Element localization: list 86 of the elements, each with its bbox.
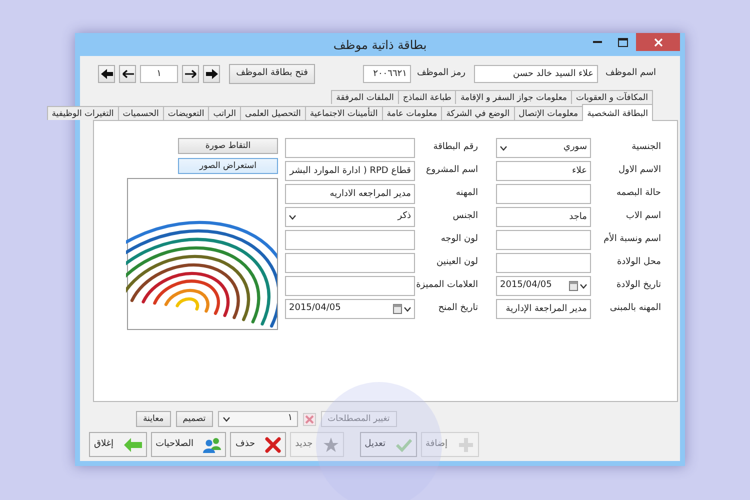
- minimize-icon: [592, 41, 602, 43]
- field-label: لون العينين: [436, 256, 478, 270]
- text-field[interactable]: [285, 276, 415, 296]
- previous-record-button[interactable]: [119, 64, 136, 83]
- check-icon: [396, 438, 412, 452]
- caret-icon: [404, 306, 411, 312]
- field-label: اسم المشروع: [424, 164, 478, 178]
- heavy-arrow-right-icon: [206, 68, 218, 79]
- field-label: محل الولادة: [616, 256, 661, 270]
- open-card-button[interactable]: فتح بطاقة الموظف: [229, 64, 315, 84]
- text-field[interactable]: ماجد: [496, 207, 591, 228]
- tab[interactable]: الحسميات: [118, 106, 164, 120]
- text-field[interactable]: [285, 230, 415, 250]
- plus-icon: [458, 436, 474, 452]
- action-button[interactable]: تعديل: [360, 432, 417, 457]
- tab[interactable]: طباعة النماذج: [398, 90, 456, 104]
- last-record-button[interactable]: [203, 64, 220, 83]
- toolbar-button[interactable]: تصميم: [176, 411, 213, 427]
- caret-icon: [580, 284, 587, 289]
- text-field[interactable]: [285, 253, 415, 274]
- tab[interactable]: التعويضات: [162, 106, 210, 120]
- close-icon: [654, 38, 662, 46]
- arrow-right-icon: [184, 68, 197, 79]
- field-label: تاريخ المنح: [437, 302, 478, 316]
- arrow-left-icon: [124, 438, 142, 452]
- calendar-icon: [393, 304, 402, 314]
- tab[interactable]: المكافآت و العقوبات: [570, 90, 653, 104]
- arrow-left-icon: [122, 68, 134, 79]
- date-field[interactable]: 2015/04/05: [285, 299, 415, 320]
- next-record-button[interactable]: [182, 64, 200, 83]
- text-field[interactable]: [285, 138, 415, 158]
- field-label: الاسم الاول: [617, 164, 661, 178]
- field-label: تاريخ الولادة: [615, 279, 661, 292]
- field-label: المهنه: [454, 187, 478, 200]
- star-icon: [322, 436, 339, 452]
- dropdown[interactable]: ١: [218, 411, 298, 427]
- text-field[interactable]: [496, 230, 591, 250]
- caret-icon: [222, 416, 230, 422]
- heavy-arrow-left-icon: [100, 68, 113, 79]
- text-field[interactable]: [496, 253, 591, 274]
- tab[interactable]: الملفات المرفقة: [331, 90, 399, 104]
- field-label: رمز الموظف: [416, 66, 466, 80]
- delete-x-icon: [265, 436, 282, 452]
- tab[interactable]: البطاقة الشخصية: [582, 104, 653, 122]
- photo-button[interactable]: استعراض الصور: [178, 158, 278, 174]
- field-label: رقم البطاقة: [432, 141, 478, 154]
- users-icon: [203, 436, 222, 452]
- first-record-button[interactable]: [98, 64, 116, 83]
- field-label: اسم الاب: [625, 210, 661, 224]
- dropdown[interactable]: سوري: [496, 138, 591, 158]
- tab[interactable]: الوضع في الشركة: [441, 106, 515, 120]
- field-label: الجنسية: [630, 141, 661, 154]
- action-button[interactable]: الصلاحيات: [150, 432, 226, 457]
- action-button[interactable]: إغلاق: [89, 432, 147, 457]
- toolbar-button[interactable]: معاينة: [136, 411, 171, 427]
- text-field[interactable]: [496, 184, 591, 204]
- tab[interactable]: معلومات الإتصال: [514, 106, 584, 120]
- record-number-field[interactable]: ١: [140, 64, 178, 83]
- field-label: لون الوجه: [440, 233, 478, 246]
- maximize-icon: [618, 38, 628, 46]
- text-field[interactable]: مدير المراجعة الإدارية: [496, 299, 591, 320]
- tab[interactable]: التحصيل العلمى: [240, 106, 306, 120]
- employee-code-field[interactable]: ٢٠٠٦٦٢١: [362, 64, 411, 83]
- employee-name-field[interactable]: علاء السيد خالد حسن: [474, 64, 598, 83]
- caret-icon: [289, 214, 296, 220]
- tab[interactable]: الراتب: [208, 106, 241, 120]
- tab[interactable]: التأمينات الاجتماعية: [304, 106, 383, 120]
- caret-icon: [500, 146, 507, 151]
- close-button[interactable]: [636, 33, 680, 51]
- window-title: بطاقة ذاتية موظف: [333, 36, 427, 54]
- field-label: الجنس: [452, 210, 478, 224]
- field-label: المهنه بالمبنى: [608, 302, 661, 316]
- text-field[interactable]: مدير المراجعه الاداريه: [285, 184, 415, 204]
- photo-button[interactable]: التقاط صورة: [178, 138, 278, 154]
- tab[interactable]: معلومات جواز السفر و الإقامة: [455, 90, 572, 104]
- date-field[interactable]: 2015/04/05: [496, 276, 591, 296]
- text-field[interactable]: قطاع RPD ( ادارة الموارد البشر: [285, 161, 415, 182]
- action-button[interactable]: حذف: [230, 432, 286, 457]
- text-field[interactable]: علاء: [496, 161, 591, 182]
- calendar-icon: [569, 281, 578, 292]
- field-label: اسم ونسبة الأم: [602, 232, 661, 246]
- dropdown[interactable]: ذكر: [285, 207, 415, 228]
- field-label: اسم الموظف: [606, 66, 656, 80]
- field-label: حالة البصمه: [615, 187, 661, 200]
- tab[interactable]: معلومات عامة: [382, 106, 442, 120]
- tab[interactable]: التغيرات الوظيفية: [46, 106, 119, 120]
